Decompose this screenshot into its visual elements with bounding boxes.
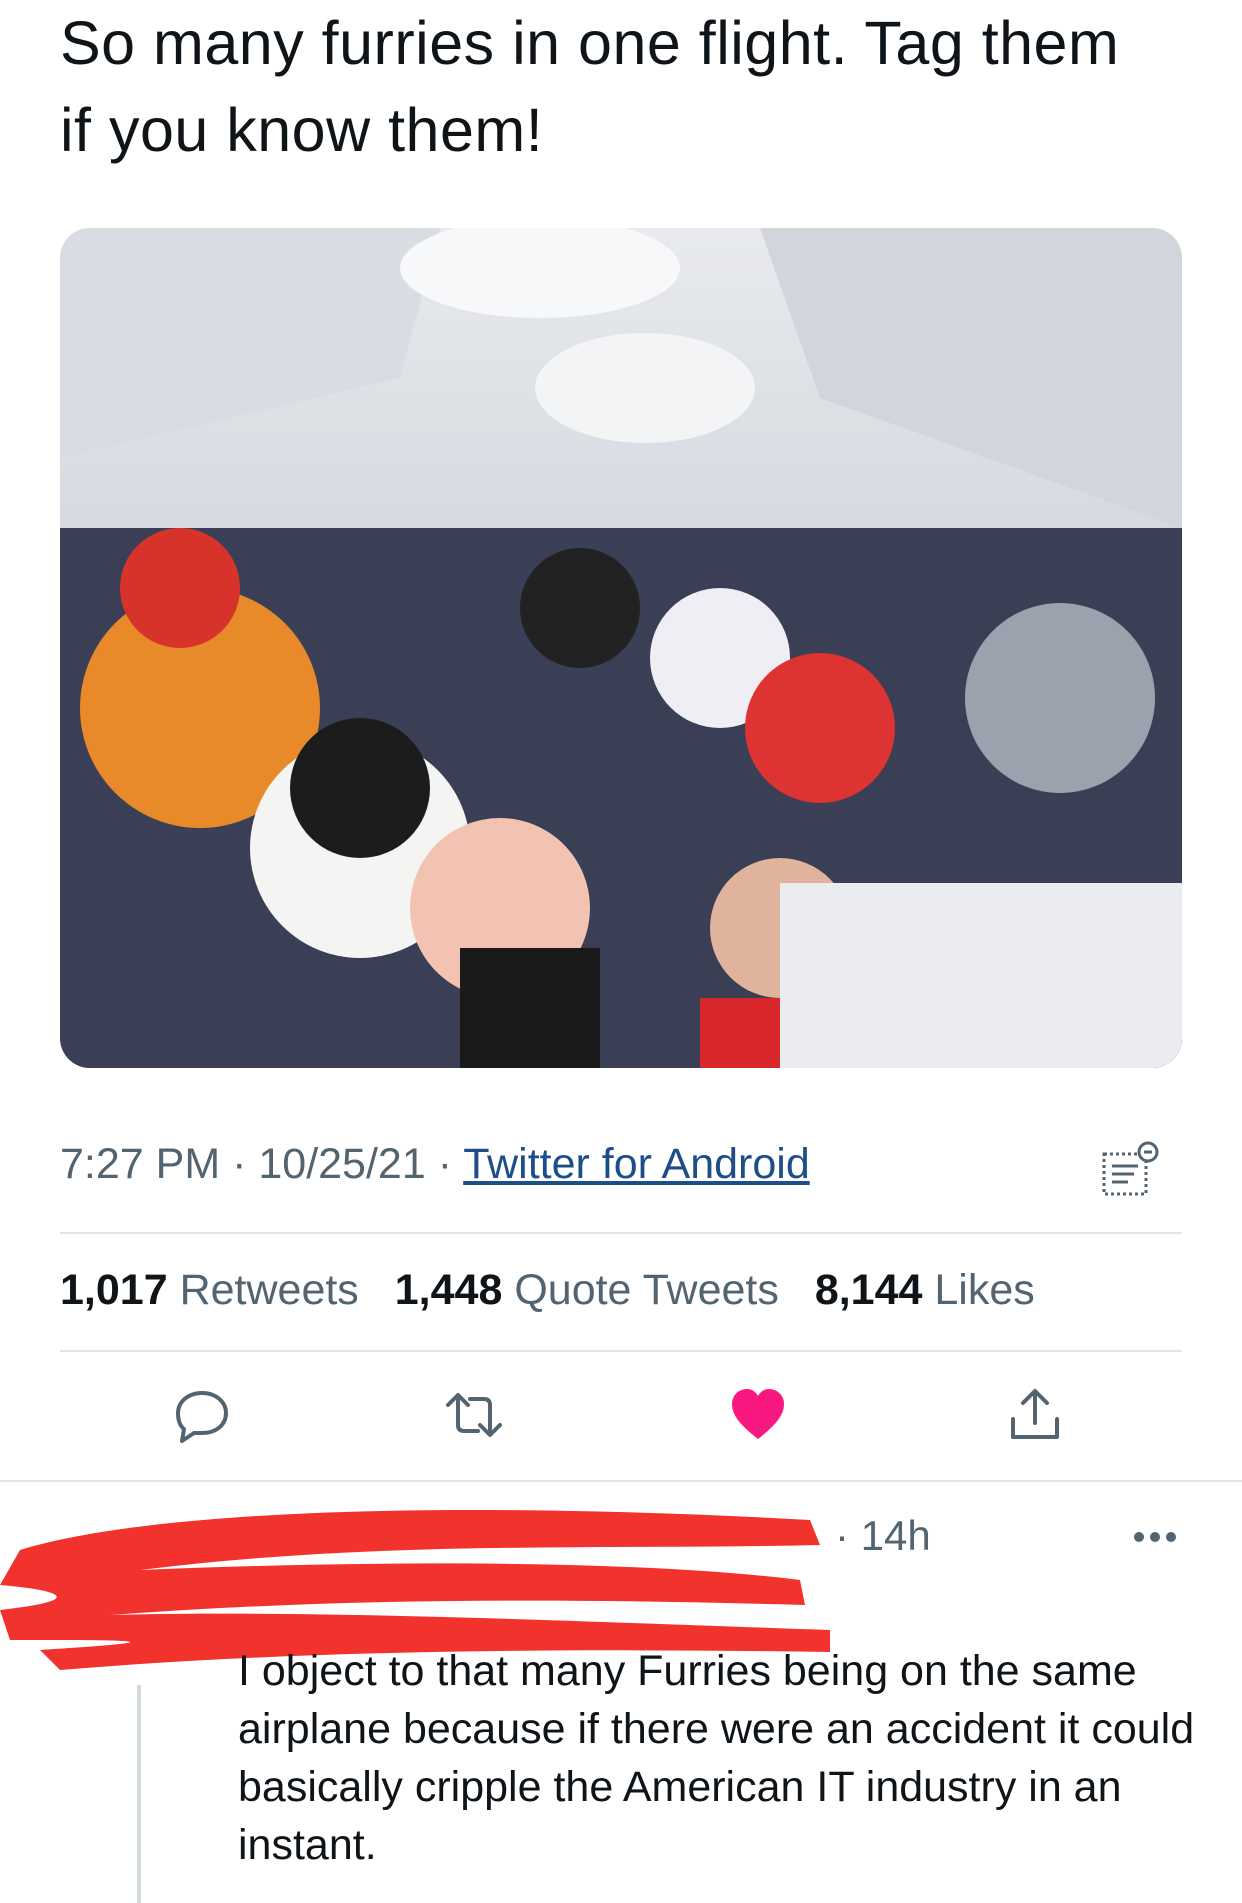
more-options-icon[interactable] bbox=[1132, 1530, 1178, 1544]
retweets-count: 1,017 bbox=[60, 1266, 168, 1314]
divider bbox=[0, 1480, 1242, 1482]
quotes-count: 1,448 bbox=[394, 1266, 503, 1314]
source-link[interactable]: Twitter for Android bbox=[463, 1140, 810, 1188]
tweet-text: So many furries in one flight. Tag them … bbox=[60, 9, 1120, 164]
action-bar bbox=[0, 1385, 1242, 1445]
tweet-date: 10/25/21 bbox=[258, 1140, 426, 1188]
tweet-time: 7:27 PM bbox=[60, 1140, 221, 1188]
meta-separator: · bbox=[425, 1140, 464, 1188]
likes-label: Likes bbox=[934, 1266, 1035, 1314]
quote-tweets-stat[interactable]: 1,448 Quote Tweets bbox=[395, 1266, 779, 1314]
quotes-label: Quote Tweets bbox=[514, 1266, 779, 1314]
tweet-stats: 1,017 Retweets 1,448 Quote Tweets 8,144 … bbox=[60, 1266, 1035, 1315]
share-icon[interactable] bbox=[1005, 1385, 1065, 1445]
tweet-photo[interactable] bbox=[60, 228, 1182, 1068]
retweets-label: Retweets bbox=[179, 1266, 359, 1314]
retweets-stat[interactable]: 1,017 Retweets bbox=[60, 1266, 359, 1314]
heart-icon[interactable] bbox=[728, 1385, 788, 1445]
reply-icon[interactable] bbox=[172, 1385, 232, 1445]
reply-timestamp: · 14h bbox=[835, 1512, 931, 1559]
retweet-icon[interactable] bbox=[444, 1385, 504, 1445]
thread-line bbox=[137, 1685, 141, 1903]
reply-text: I object to that many Furries being on t… bbox=[238, 1647, 1195, 1869]
meta-separator: · bbox=[220, 1140, 259, 1188]
analytics-icon[interactable] bbox=[1100, 1140, 1160, 1200]
likes-stat[interactable]: 8,144 Likes bbox=[815, 1266, 1035, 1314]
divider bbox=[60, 1350, 1182, 1352]
tweet-meta: 7:27 PM · 10/25/21 · Twitter for Android bbox=[60, 1140, 810, 1189]
likes-count: 8,144 bbox=[814, 1266, 923, 1314]
divider bbox=[60, 1232, 1182, 1234]
